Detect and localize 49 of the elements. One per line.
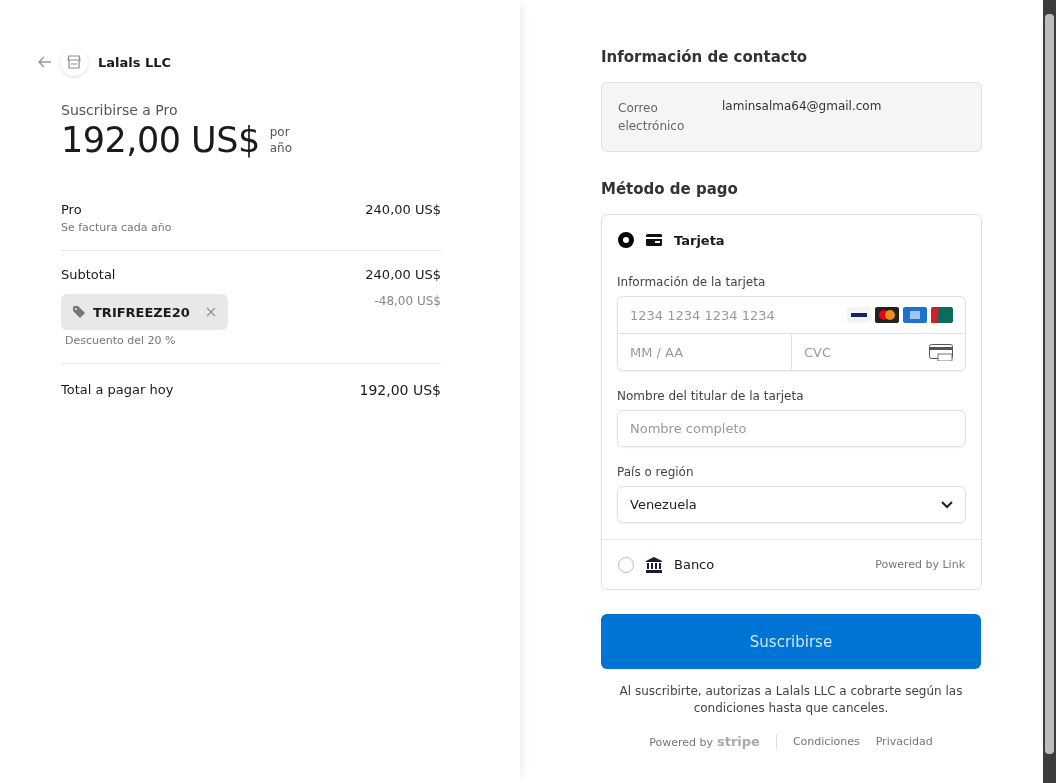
- section-heading: Método de pago: [601, 180, 739, 198]
- payment-method-label: Tarjeta: [674, 232, 726, 248]
- cardholder-name-field[interactable]: Nombre completo: [617, 410, 966, 447]
- tag-icon: [73, 306, 85, 318]
- plan-title: Suscribirse a Pro: [61, 102, 179, 118]
- store-icon: [67, 55, 81, 69]
- period-text: año: [269, 140, 292, 156]
- item-amount: 240,00 US$: [365, 202, 441, 217]
- promo-code: TRIFREEZE20: [93, 304, 190, 320]
- field-label: Nombre del titular de la tarjeta: [617, 389, 805, 403]
- billing-note: Se factura cada año: [61, 221, 173, 234]
- card-brand-icon: [875, 307, 899, 323]
- item-name: Pro: [61, 202, 82, 217]
- powered-by-stripe[interactable]: Powered by stripe: [649, 734, 777, 749]
- total-label: Total a pagar hoy: [61, 382, 174, 397]
- email-label: Correo electrónico: [618, 100, 686, 135]
- subtotal-label: Subtotal: [61, 267, 116, 282]
- merchant-name: Lalals LLC: [98, 54, 172, 70]
- card-brand-icon: [903, 307, 927, 323]
- total-amount: 192,00 US$: [359, 382, 441, 398]
- period-text: por: [269, 124, 291, 140]
- card-brand-icon: [847, 307, 871, 323]
- close-icon[interactable]: [205, 307, 216, 317]
- country-select[interactable]: Venezuela: [617, 486, 966, 523]
- card-icon: [646, 234, 662, 246]
- field-label: Información de la tarjeta: [617, 275, 767, 289]
- bank-icon: [646, 556, 662, 573]
- price: 192,00 US$: [61, 120, 260, 160]
- discount-note: Descuento del 20 %: [65, 334, 177, 347]
- payment-method-label: Banco: [674, 557, 716, 572]
- radio-button[interactable]: [618, 232, 634, 248]
- expiry-field[interactable]: MM / AA: [618, 334, 792, 370]
- back-arrow-icon[interactable]: [38, 56, 52, 68]
- chevron-down-icon: [941, 500, 953, 509]
- subscribe-button[interactable]: Suscribirse: [601, 614, 981, 669]
- cvc-card-icon: [929, 343, 953, 361]
- card-number-field[interactable]: 1234 1234 1234 1234: [618, 297, 965, 333]
- footer-link[interactable]: Privacidad: [875, 735, 933, 748]
- footer-link[interactable]: Condiciones: [792, 735, 860, 748]
- subtotal-amount: 240,00 US$: [365, 267, 441, 282]
- powered-by-link-note: Powered by Link: [875, 558, 965, 571]
- card-brand-icon: [931, 307, 953, 323]
- legal-text: Al suscribirte, autorizas a Lalals LLC a cobrarte según las condiciones hasta que canceles.: [618, 683, 964, 717]
- field-label: País o región: [617, 465, 695, 479]
- email-value: laminsalma64@gmail.com: [722, 99, 882, 115]
- radio-button[interactable]: [618, 556, 634, 573]
- section-heading: Información de contacto: [601, 48, 809, 66]
- discount-amount: -48,00 US$: [374, 294, 441, 308]
- cvc-field[interactable]: CVC: [792, 334, 965, 370]
